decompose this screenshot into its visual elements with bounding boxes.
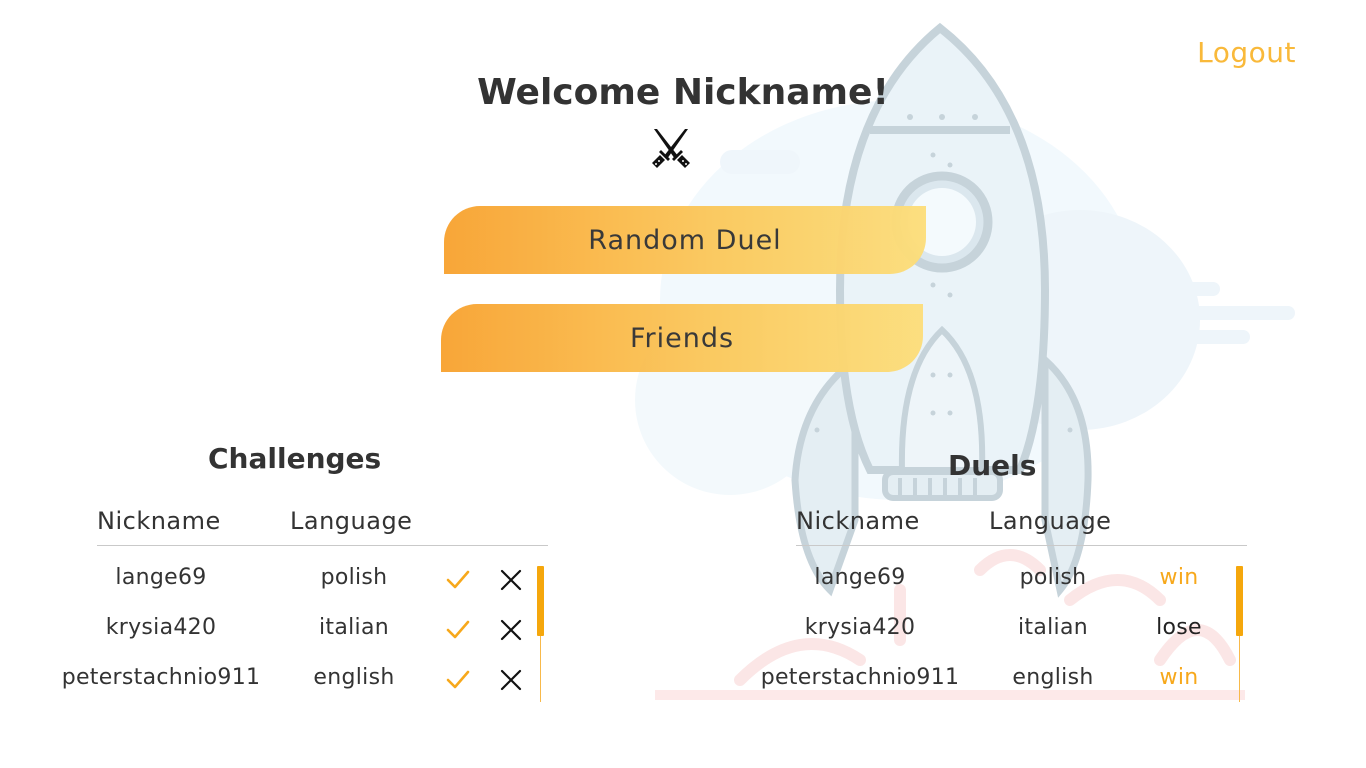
challenge-nickname: lange69 [115,565,207,590]
duels-scrollbar-thumb[interactable] [1236,566,1243,636]
table-row: krysia420 italian lose [700,615,1260,655]
duel-nickname: peterstachnio911 [760,665,960,690]
random-duel-button[interactable]: Random Duel [444,206,926,274]
checkmark-icon[interactable] [445,567,471,593]
duels-column-nickname: Nickname [796,507,920,535]
table-row: peterstachnio911 english [0,665,560,705]
challenge-nickname: krysia420 [105,615,217,640]
duel-language: polish [1019,565,1087,590]
duels-table-header: Nickname Language [796,505,1247,546]
close-icon[interactable] [498,667,524,693]
duel-result: win [1159,565,1199,590]
friends-label: Friends [629,322,735,354]
page-title: Welcome Nickname! [0,72,1366,113]
close-icon[interactable] [498,567,524,593]
duel-language: english [1012,665,1094,690]
duel-nickname: krysia420 [804,615,916,640]
duel-language: italian [1018,615,1088,640]
challenges-scrollbar-thumb[interactable] [537,566,544,636]
duel-result: win [1159,665,1199,690]
checkmark-icon[interactable] [445,617,471,643]
duel-nickname: lange69 [814,565,906,590]
challenge-language: polish [320,565,388,590]
duel-result: lose [1156,615,1202,640]
dashboard-page: Logout Welcome Nickname! Random Duel Fri… [0,0,1366,768]
challenges-column-nickname: Nickname [97,507,221,535]
table-row: peterstachnio911 english win [700,665,1260,705]
friends-button[interactable]: Friends [441,304,923,372]
challenges-list: lange69 polish krysia420 italian peterst… [0,565,560,705]
duels-title: Duels [948,449,1037,482]
duels-column-language: Language [989,507,1112,535]
crossed-swords-icon [652,129,690,168]
logout-link[interactable]: Logout [1197,36,1296,69]
challenge-language: english [313,665,395,690]
table-row: krysia420 italian [0,615,560,655]
table-row: lange69 polish win [700,565,1260,605]
challenges-column-language: Language [290,507,413,535]
welcome-text: Welcome Nickname! [477,72,889,113]
duels-list: lange69 polish win krysia420 italian los… [700,565,1260,705]
challenge-language: italian [319,615,389,640]
challenges-table-header: Nickname Language [97,505,548,546]
table-row: lange69 polish [0,565,560,605]
close-icon[interactable] [498,617,524,643]
checkmark-icon[interactable] [445,667,471,693]
random-duel-label: Random Duel [588,224,782,256]
challenge-nickname: peterstachnio911 [61,665,261,690]
challenges-title: Challenges [208,442,382,475]
